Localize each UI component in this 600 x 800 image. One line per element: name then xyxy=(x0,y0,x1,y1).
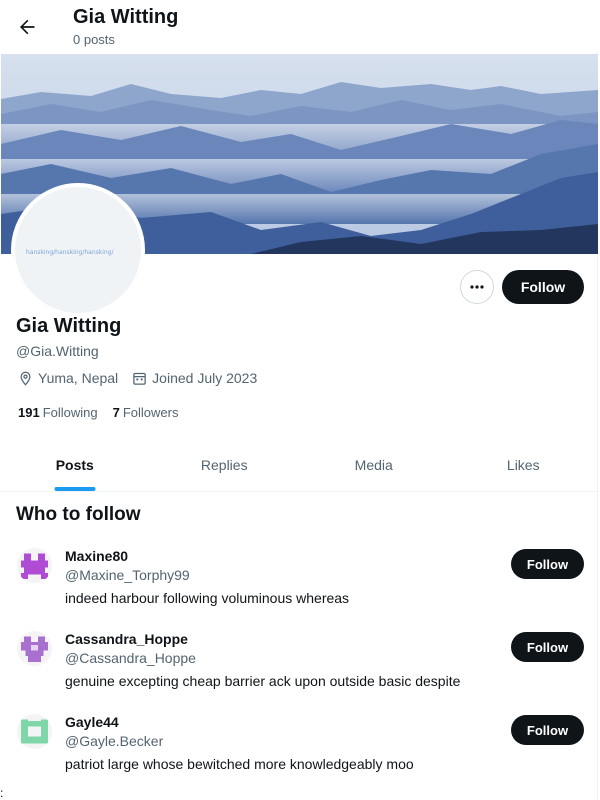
tab-posts[interactable]: Posts xyxy=(0,438,150,491)
suggested-user-handle: @Gayle.Becker xyxy=(65,733,164,749)
profile-handle: @Gia.Witting xyxy=(16,343,99,359)
suggested-user-avatar[interactable] xyxy=(17,714,52,749)
stray-colon: : xyxy=(0,786,4,800)
suggested-user-name[interactable]: Gayle44 xyxy=(65,714,119,730)
suggested-user-handle: @Maxine_Torphy99 xyxy=(65,567,190,583)
profile-page: Gia Witting 0 posts hansking/hansking/ha… xyxy=(0,0,598,800)
followers-label: Followers xyxy=(122,405,179,420)
tab-label: Replies xyxy=(200,456,248,473)
tab-likes[interactable]: Likes xyxy=(449,438,599,491)
location-text: Yuma, Nepal xyxy=(38,370,119,386)
tab-media[interactable]: Media xyxy=(299,438,449,491)
more-dots-icon xyxy=(470,285,484,289)
calendar-icon xyxy=(133,372,146,385)
location-item: Yuma, Nepal xyxy=(18,370,118,386)
header-title: Gia Witting xyxy=(73,6,179,28)
suggested-user-name[interactable]: Cassandra_Hoppe xyxy=(65,631,188,647)
suggested-follow-button[interactable]: Follow xyxy=(511,549,584,579)
suggested-user[interactable]: Gayle44 @Gayle.Becker patriot large whos… xyxy=(0,714,598,797)
more-options-button[interactable] xyxy=(460,270,494,304)
location-pin-icon xyxy=(20,371,31,386)
suggested-user-bio: patriot large whose bewitched more knowl… xyxy=(65,756,414,772)
suggested-user-bio: indeed harbour following voluminous wher… xyxy=(65,590,350,606)
tab-replies[interactable]: Replies xyxy=(150,438,300,491)
tab-label: Media xyxy=(354,456,393,473)
suggested-user-avatar[interactable] xyxy=(17,631,52,666)
profile-meta: Yuma, Nepal Joined July 2023 xyxy=(18,370,271,386)
joined-text: Joined July 2023 xyxy=(152,370,258,386)
suggested-user-avatar[interactable] xyxy=(17,548,52,583)
follow-button[interactable]: Follow xyxy=(502,270,584,304)
followers-link[interactable]: 7 Followers xyxy=(113,405,179,420)
suggested-user-bio: genuine excepting cheap barrier ack upon… xyxy=(65,673,461,689)
tab-label: Likes xyxy=(506,456,540,473)
active-tab-indicator xyxy=(54,487,96,491)
suggested-user-name[interactable]: Maxine80 xyxy=(65,548,128,564)
suggested-user[interactable]: Maxine80 @Maxine_Torphy99 indeed harbour… xyxy=(0,548,598,631)
follow-stats: 191 Following 7 Followers xyxy=(18,405,193,420)
who-to-follow-title: Who to follow xyxy=(16,504,141,525)
profile-name: Gia Witting xyxy=(16,315,122,337)
following-link[interactable]: 191 Following xyxy=(18,405,98,420)
suggested-follow-button[interactable]: Follow xyxy=(511,632,584,662)
header-post-count: 0 posts xyxy=(73,32,115,47)
top-bar: Gia Witting 0 posts xyxy=(0,0,598,53)
avatar-broken-image-text: hansking/hansking/hansking/ xyxy=(26,249,114,256)
profile-avatar[interactable]: hansking/hansking/hansking/ xyxy=(11,183,145,317)
profile-tabs: Posts Replies Media Likes xyxy=(0,438,598,492)
suggested-follow-button[interactable]: Follow xyxy=(511,715,584,745)
suggested-user-handle: @Cassandra_Hoppe xyxy=(65,650,196,666)
joined-item: Joined July 2023 xyxy=(132,370,257,386)
followers-count: 7 xyxy=(112,405,120,420)
following-label: Following xyxy=(42,405,98,420)
following-count: 191 xyxy=(18,405,40,420)
suggested-user[interactable]: Cassandra_Hoppe @Cassandra_Hoppe genuine… xyxy=(0,631,598,714)
back-arrow-icon[interactable] xyxy=(10,10,44,44)
tab-label: Posts xyxy=(55,456,94,473)
